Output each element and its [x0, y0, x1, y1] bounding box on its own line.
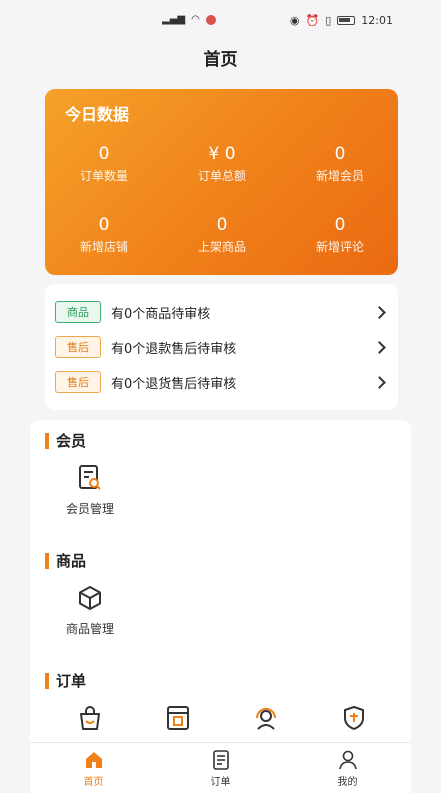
- goods-management-label: 商品管理: [65, 622, 114, 636]
- after-sale-shield-icon: [344, 706, 364, 730]
- stat-value: 0: [98, 144, 110, 164]
- after-sale-button[interactable]: [314, 704, 394, 732]
- pending-goods-row[interactable]: 商品 有0个商品待审核: [55, 298, 390, 326]
- pending-refund-text: 有0个退款售后待审核: [111, 341, 237, 357]
- vibrate-icon: ▯: [325, 14, 332, 27]
- status-time: 12:01: [361, 14, 393, 27]
- status-right: ◉ ⏰ ▯ 12:01: [290, 14, 393, 27]
- notification-icon: [205, 14, 216, 25]
- goods-management-button[interactable]: 商品管理: [50, 584, 130, 637]
- member-doc-search-icon: [79, 465, 101, 490]
- stat-value: ¥ 0: [208, 144, 236, 164]
- chevron-right-icon: [373, 305, 386, 319]
- battery-icon: [337, 16, 356, 25]
- phone-screen: ▂▄▆ ◠ ◉ ⏰ ▯ 12:01 首页 今日数据 0 订单数量 ¥ 0 订单总…: [0, 0, 441, 793]
- stat-value: 0: [334, 215, 346, 235]
- stat-label: 新增会员: [315, 169, 364, 183]
- tab-home[interactable]: 首页: [30, 743, 157, 793]
- section-title-member: 会员: [45, 430, 86, 451]
- section-title-order: 订单: [45, 670, 86, 691]
- cube-box-icon: [79, 586, 101, 610]
- stat-label: 新增评论: [315, 240, 364, 254]
- stat-label: 订单数量: [79, 169, 128, 183]
- stat-new-reviews[interactable]: 0 新增评论: [281, 214, 399, 256]
- chevron-right-icon: [373, 375, 386, 389]
- stat-label: 新增店铺: [79, 240, 128, 254]
- tag-after-sale: 售后: [55, 371, 101, 393]
- stat-label: 上架商品: [197, 240, 246, 254]
- tab-orders-label: 订单: [210, 777, 231, 788]
- tab-mine[interactable]: 我的: [284, 743, 411, 793]
- function-menu-card: 会员 会员管理 商品 商品管理 订单: [30, 420, 411, 750]
- section-title-goods: 商品: [45, 550, 86, 571]
- tab-home-label: 首页: [83, 777, 104, 788]
- alarm-icon: ⏰: [305, 14, 320, 27]
- order-doc-icon: [212, 750, 229, 770]
- pending-return-text: 有0个退货售后待审核: [111, 376, 237, 392]
- today-stats-card: 今日数据 0 订单数量 ¥ 0 订单总额 0 新增会员 0 新增店铺 0 上架商…: [45, 89, 398, 275]
- tab-mine-label: 我的: [337, 777, 358, 788]
- status-signals: ▂▄▆ ◠: [162, 14, 216, 25]
- chevron-right-icon: [373, 340, 386, 354]
- pending-review-card: 商品 有0个商品待审核 售后 有0个退款售后待审核 售后 有0个退货售后待审核: [45, 284, 398, 410]
- pending-goods-text: 有0个商品待审核: [111, 306, 211, 322]
- order-box-icon: [167, 706, 189, 730]
- customer-service-icon: [256, 708, 276, 730]
- pending-return-row[interactable]: 售后 有0个退货售后待审核: [55, 368, 390, 396]
- order-box-button[interactable]: [138, 704, 218, 732]
- tag-after-sale: 售后: [55, 336, 101, 358]
- stat-new-members[interactable]: 0 新增会员: [281, 143, 399, 185]
- eye-icon: ◉: [289, 14, 300, 27]
- stat-order-count[interactable]: 0 订单数量: [45, 143, 163, 185]
- wifi-icon: ◠: [191, 14, 200, 25]
- order-shopping-bag-button[interactable]: [50, 704, 130, 732]
- stat-value: 0: [216, 215, 228, 235]
- member-management-button[interactable]: 会员管理: [50, 464, 130, 517]
- tag-goods: 商品: [55, 301, 101, 323]
- stat-value: 0: [98, 215, 110, 235]
- stat-new-stores[interactable]: 0 新增店铺: [45, 214, 163, 256]
- status-bar: ▂▄▆ ◠ ◉ ⏰ ▯ 12:01: [0, 0, 441, 44]
- home-icon: [85, 752, 102, 768]
- signal-icon: ▂▄▆: [162, 14, 186, 25]
- customer-service-button[interactable]: [226, 704, 306, 732]
- tab-orders[interactable]: 订单: [157, 743, 284, 793]
- page-title: 首页: [203, 50, 238, 70]
- stat-listed-goods[interactable]: 0 上架商品: [163, 214, 281, 256]
- shopping-bag-icon: [80, 706, 100, 730]
- stat-value: 0: [334, 144, 346, 164]
- bottom-tab-bar: 首页 订单 我的: [30, 742, 411, 793]
- stat-label: 订单总额: [197, 169, 246, 183]
- pending-refund-row[interactable]: 售后 有0个退款售后待审核: [55, 333, 390, 361]
- user-icon: [338, 750, 357, 770]
- member-management-label: 会员管理: [65, 502, 114, 516]
- stat-order-total[interactable]: ¥ 0 订单总额: [163, 143, 281, 185]
- today-stats-title: 今日数据: [65, 105, 130, 124]
